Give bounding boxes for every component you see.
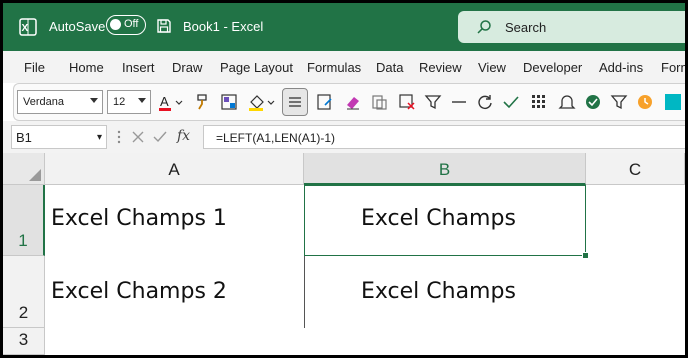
- row-header-1[interactable]: 1: [3, 185, 45, 256]
- column-header-c[interactable]: C: [586, 153, 685, 185]
- square-icon[interactable]: [664, 93, 682, 111]
- align-icon: [289, 97, 301, 107]
- align-button[interactable]: [282, 88, 308, 116]
- chevron-down-icon: ▾: [96, 132, 102, 143]
- row-number: 1: [18, 231, 28, 250]
- filter-icon[interactable]: [424, 93, 442, 111]
- eraser-icon[interactable]: [344, 93, 362, 111]
- cancel-icon[interactable]: [131, 130, 145, 144]
- styles-icon[interactable]: [220, 93, 238, 111]
- svg-text:X: X: [22, 23, 29, 34]
- menu-format[interactable]: Form: [661, 60, 685, 75]
- clear-format-icon[interactable]: [398, 93, 416, 111]
- enter-check-icon[interactable]: [153, 130, 167, 144]
- document-title: Book1 - Excel: [183, 19, 264, 34]
- grid-icon[interactable]: [530, 93, 548, 111]
- menu-formulas[interactable]: Formulas: [307, 60, 361, 75]
- menu-review[interactable]: Review: [419, 60, 462, 75]
- search-box[interactable]: Search: [458, 11, 685, 43]
- formula-text: =LEFT(A1,LEN(A1)-1): [216, 131, 336, 145]
- more-dots-icon: [117, 130, 121, 144]
- font-name-value: Verdana: [23, 96, 64, 108]
- row-header-3[interactable]: 3: [3, 328, 45, 355]
- menu-view[interactable]: View: [478, 60, 506, 75]
- line-icon[interactable]: [450, 93, 468, 111]
- row-number: 2: [18, 303, 29, 322]
- menu-page-layout[interactable]: Page Layout: [220, 60, 293, 75]
- menu-insert[interactable]: Insert: [122, 60, 155, 75]
- menu-developer[interactable]: Developer: [523, 60, 582, 75]
- chevron-down-icon[interactable]: [174, 93, 184, 111]
- funnel-icon[interactable]: [610, 93, 628, 111]
- menu-data[interactable]: Data: [376, 60, 403, 75]
- font-name-select[interactable]: Verdana: [17, 90, 103, 114]
- menu-bar: File Home Insert Draw Page Layout Formul…: [3, 51, 685, 83]
- toggle-knob: [110, 19, 121, 30]
- chevron-down-icon[interactable]: [266, 93, 276, 111]
- format-painter-icon[interactable]: [194, 93, 212, 111]
- row-header-2[interactable]: 2: [3, 256, 45, 328]
- font-size-value: 12: [113, 96, 126, 108]
- menu-add-ins[interactable]: Add-ins: [599, 60, 643, 75]
- column-header-a[interactable]: A: [45, 153, 304, 185]
- search-icon: [477, 20, 491, 34]
- title-bar: X AutoSave Off Book1 - Excel Search: [3, 3, 685, 51]
- row-number: 3: [18, 330, 29, 349]
- menu-home[interactable]: Home: [69, 60, 104, 75]
- column-header-b[interactable]: B: [304, 153, 586, 185]
- badge-icon[interactable]: [584, 93, 602, 111]
- check-icon[interactable]: [502, 93, 520, 111]
- cell-a2[interactable]: Excel Champs 2: [51, 279, 227, 304]
- excel-logo-icon: X: [19, 18, 37, 36]
- menu-file[interactable]: File: [24, 60, 45, 75]
- select-all-corner[interactable]: [3, 153, 45, 185]
- ribbon: Verdana 12 A: [13, 83, 685, 121]
- font-size-select[interactable]: 12: [107, 90, 151, 114]
- clock-icon[interactable]: [636, 93, 654, 111]
- save-icon[interactable]: [156, 18, 172, 34]
- chevron-down-icon: [90, 98, 98, 103]
- search-placeholder: Search: [505, 20, 547, 35]
- cell-a1[interactable]: Excel Champs 1: [51, 206, 227, 231]
- svg-text:A: A: [160, 94, 169, 109]
- insert-function-icon[interactable]: fx: [177, 128, 190, 144]
- active-cell-border: [304, 185, 586, 256]
- name-box[interactable]: B1 ▾: [11, 125, 107, 149]
- excel-window: X AutoSave Off Book1 - Excel Search File…: [3, 3, 685, 355]
- cell-b2[interactable]: Excel Champs: [361, 279, 516, 304]
- fill-handle[interactable]: [582, 252, 589, 259]
- bell-icon[interactable]: [558, 93, 576, 111]
- chevron-down-icon: [138, 98, 146, 103]
- paste-icon[interactable]: [370, 93, 388, 111]
- name-box-value: B1: [16, 130, 32, 145]
- fill-color-icon[interactable]: [248, 93, 266, 111]
- window-frame: X AutoSave Off Book1 - Excel Search File…: [0, 0, 688, 358]
- autosave-state: Off: [124, 18, 139, 30]
- formula-bar-area: B1 ▾ fx =LEFT(A1,LEN(A1)-1): [3, 121, 685, 153]
- autosave-toggle[interactable]: Off: [106, 15, 146, 35]
- menu-draw[interactable]: Draw: [172, 60, 202, 75]
- refresh-icon[interactable]: [476, 93, 494, 111]
- notes-icon[interactable]: [316, 93, 334, 111]
- autosave-label: AutoSave: [49, 19, 106, 34]
- formula-input[interactable]: =LEFT(A1,LEN(A1)-1): [203, 125, 685, 149]
